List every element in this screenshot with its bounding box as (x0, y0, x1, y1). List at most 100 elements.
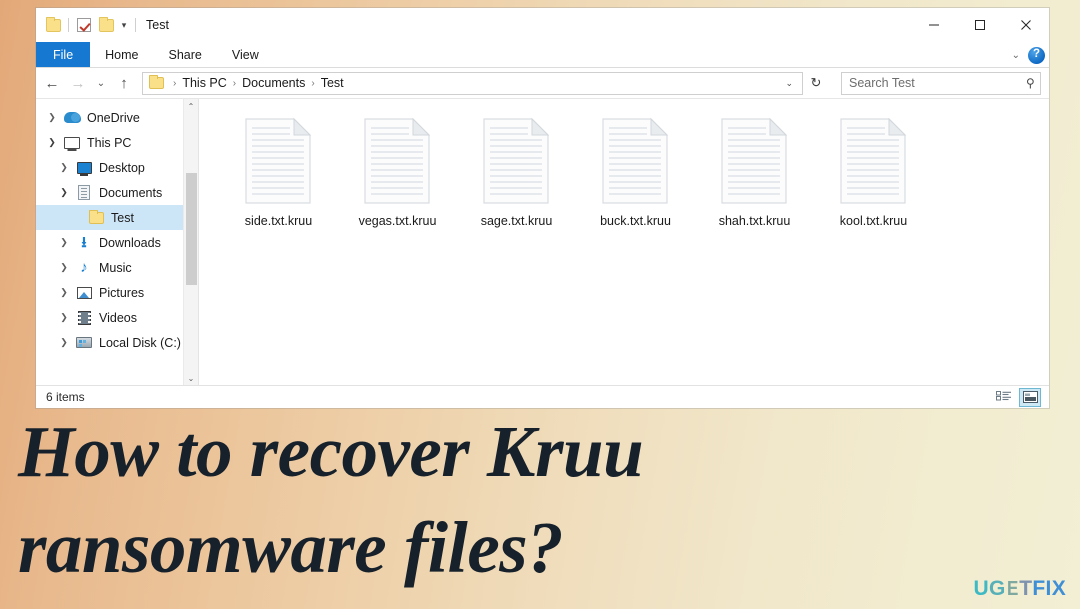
text-document-icon (601, 117, 671, 205)
desktop-icon (74, 159, 94, 177)
sidebar-item-desktop[interactable]: ❯ Desktop (36, 155, 198, 180)
twisty-collapsed-icon[interactable]: ❯ (54, 287, 74, 298)
file-name: shah.txt.kruu (718, 214, 791, 228)
navigation-pane: ❯ OneDrive ❯ This PC ❯ Desktop ❯ Documen… (36, 99, 199, 385)
navigation-bar: ← → ⌄ ↑ › This PC › Documents › Test ⌄ ↻… (36, 68, 1049, 98)
sidebar-item-downloads[interactable]: ❯ ⭳ Downloads (36, 230, 198, 255)
logo-letter-f: F (1032, 577, 1046, 600)
scrollbar-thumb[interactable] (186, 173, 197, 285)
logo-letter-x: X (1051, 577, 1066, 600)
sidebar-item-label: Music (99, 260, 132, 275)
item-count-label: 6 items (46, 389, 85, 404)
search-box[interactable]: Search Test ⚲ (841, 71, 1041, 95)
address-bar[interactable]: › This PC › Documents › Test ⌄ (142, 71, 803, 95)
file-item[interactable]: sage.txt.kruu (457, 115, 576, 228)
file-name: kool.txt.kruu (839, 214, 908, 228)
sidebar-item-label: Pictures (99, 285, 145, 300)
page-title: How to recover Kruu ransomware files? (18, 404, 1058, 597)
video-icon (74, 309, 94, 327)
scroll-down-arrow-icon[interactable]: ⌄ (184, 371, 199, 385)
properties-icon[interactable] (73, 14, 95, 36)
sidebar-item-pictures[interactable]: ❯ Pictures (36, 280, 198, 305)
text-document-icon (363, 117, 433, 205)
file-item[interactable]: vegas.txt.kruu (338, 115, 457, 228)
scroll-up-arrow-icon[interactable]: ⌃ (184, 99, 199, 113)
sidebar-item-videos[interactable]: ❯ Videos (36, 305, 198, 330)
text-document-icon (482, 117, 552, 205)
breadcrumb-separator-2: › (311, 77, 315, 89)
tab-view[interactable]: View (217, 42, 274, 67)
navigation-pane-scrollbar[interactable]: ⌃ ⌄ (183, 99, 198, 385)
twisty-collapsed-icon[interactable]: ❯ (54, 237, 74, 248)
expand-ribbon-chevron-icon[interactable]: ⌄ (1012, 50, 1020, 61)
breadcrumb-item-test[interactable]: Test (318, 76, 347, 90)
file-name: sage.txt.kruu (480, 214, 553, 228)
quick-access-toolbar: ▾ (42, 14, 140, 36)
breadcrumb-separator-0: › (173, 77, 177, 89)
file-item[interactable]: side.txt.kruu (219, 115, 338, 228)
close-button[interactable] (1003, 8, 1049, 42)
up-button[interactable]: ↑ (112, 71, 136, 95)
window-title: Test (146, 18, 169, 32)
forward-button[interactable]: → (66, 71, 90, 95)
file-name: buck.txt.kruu (600, 214, 671, 228)
address-dropdown-chevron-icon[interactable]: ⌄ (780, 78, 798, 89)
help-icon[interactable]: ? (1028, 46, 1045, 64)
address-folder-icon (149, 75, 164, 89)
back-button[interactable]: ← (40, 71, 64, 95)
folder-icon[interactable] (42, 14, 64, 36)
sidebar-item-label: Test (111, 210, 134, 225)
sidebar-item-documents[interactable]: ❯ Documents (36, 180, 198, 205)
maximize-button[interactable] (957, 8, 1003, 42)
twisty-collapsed-icon[interactable]: ❯ (54, 337, 74, 348)
toolbar-divider-2 (135, 18, 136, 32)
ribbon-right-controls: ⌄ ? (1012, 42, 1045, 68)
cloud-icon (62, 109, 82, 127)
twisty-collapsed-icon[interactable]: ❯ (54, 162, 74, 173)
twisty-collapsed-icon[interactable]: ❯ (54, 312, 74, 323)
sidebar-item-label: OneDrive (87, 110, 140, 125)
tab-share[interactable]: Share (154, 42, 217, 67)
customize-quick-access-chevron-icon[interactable]: ▾ (117, 20, 131, 30)
text-document-icon (839, 117, 909, 205)
file-name: vegas.txt.kruu (358, 214, 437, 228)
twisty-collapsed-icon[interactable]: ❯ (42, 112, 62, 123)
text-document-icon (244, 117, 314, 205)
tab-home[interactable]: Home (90, 42, 153, 67)
minimize-button[interactable] (911, 8, 957, 42)
file-grid: side.txt.kruu vegas.txt.kruu sage.txt.kr… (219, 115, 1049, 228)
toolbar-divider (68, 18, 69, 32)
window-controls (911, 8, 1049, 42)
sidebar-item-label: Local Disk (C:) (99, 335, 181, 350)
recent-locations-chevron-icon[interactable]: ⌄ (92, 71, 110, 95)
sidebar-item-this-pc[interactable]: ❯ This PC (36, 130, 198, 155)
file-item[interactable]: buck.txt.kruu (576, 115, 695, 228)
twisty-expanded-icon[interactable]: ❯ (42, 137, 62, 148)
twisty-expanded-icon[interactable]: ❯ (54, 187, 74, 198)
sidebar-item-label: Desktop (99, 160, 145, 175)
caption-line-1: How to recover Kruu (18, 411, 644, 492)
search-input[interactable]: Search Test (849, 76, 1026, 90)
file-list-pane[interactable]: side.txt.kruu vegas.txt.kruu sage.txt.kr… (199, 99, 1049, 385)
breadcrumb-item-documents[interactable]: Documents (239, 76, 308, 90)
logo-letter-g: G (988, 577, 1006, 600)
sidebar-item-local-disk-c[interactable]: ❯ Local Disk (C:) (36, 330, 198, 355)
breadcrumb-separator-1: › (232, 77, 237, 89)
file-name: side.txt.kruu (244, 214, 313, 228)
tab-file[interactable]: File (36, 42, 91, 67)
sidebar-item-label: This PC (87, 135, 132, 150)
title-bar: ▾ Test (36, 8, 1049, 42)
disk-icon (74, 334, 94, 352)
search-icon[interactable]: ⚲ (1026, 76, 1035, 90)
sidebar-item-label: Downloads (99, 235, 161, 250)
new-folder-icon[interactable] (95, 14, 117, 36)
file-item[interactable]: kool.txt.kruu (814, 115, 933, 228)
pc-icon (62, 134, 82, 152)
sidebar-item-music[interactable]: ❯ ♪ Music (36, 255, 198, 280)
sidebar-item-onedrive[interactable]: ❯ OneDrive (36, 105, 198, 130)
breadcrumb-item-this-pc[interactable]: This PC (179, 76, 229, 90)
twisty-collapsed-icon[interactable]: ❯ (54, 262, 74, 273)
file-item[interactable]: shah.txt.kruu (695, 115, 814, 228)
sidebar-item-test[interactable]: Test (36, 205, 198, 230)
refresh-button[interactable]: ↻ (805, 72, 827, 95)
